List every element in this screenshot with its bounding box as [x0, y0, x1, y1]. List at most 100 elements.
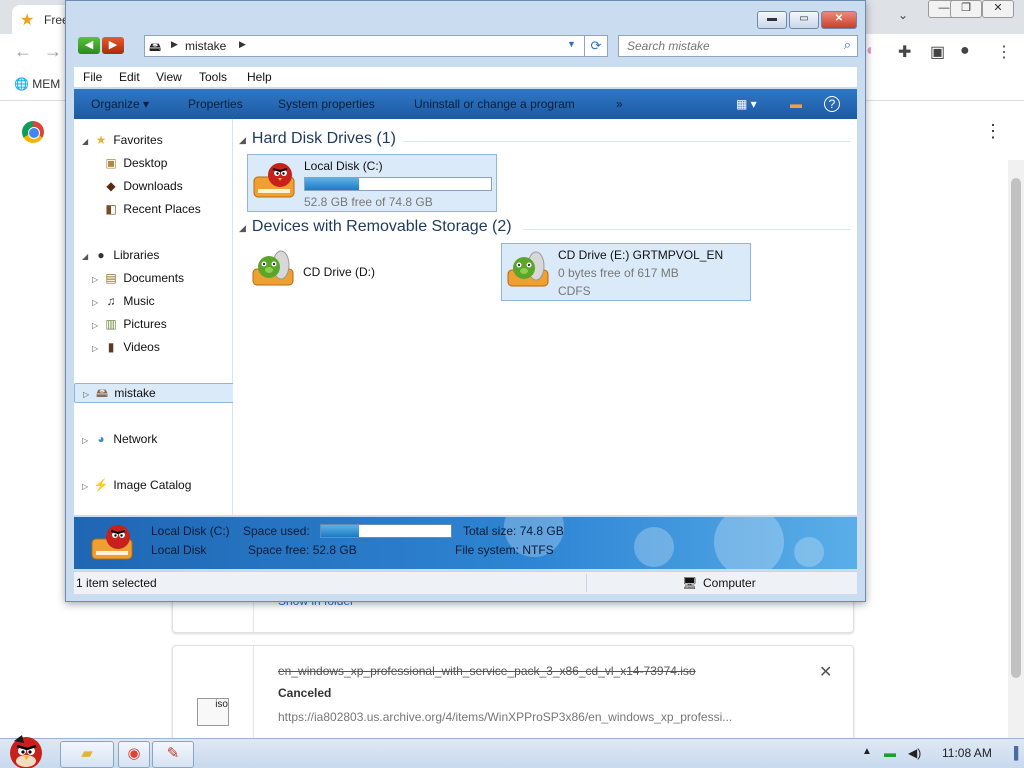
- details-file-system: File system: NTFS: [455, 543, 554, 557]
- drive-e-free-space: 0 bytes free of 617 MB: [558, 266, 679, 280]
- network-icon: ◕: [97, 432, 105, 446]
- back-icon[interactable]: ←: [14, 41, 32, 62]
- search-box[interactable]: ⌕: [618, 35, 858, 57]
- address-dropdown-icon[interactable]: ▼: [567, 39, 576, 49]
- start-button-angry-bird-icon[interactable]: [4, 731, 46, 768]
- nav-recent-places[interactable]: ◧ Recent Places: [102, 202, 200, 220]
- collapse-arrow-icon[interactable]: ◢: [82, 137, 92, 146]
- organize-button[interactable]: Organize ▾: [91, 97, 149, 111]
- menu-edit[interactable]: Edit: [119, 70, 140, 84]
- volume-icon[interactable]: ◀): [908, 746, 921, 760]
- bookmark-item[interactable]: 🌐 MEM: [14, 77, 60, 91]
- nav-downloads[interactable]: ◆ Downloads: [102, 179, 182, 197]
- properties-button[interactable]: Properties: [188, 97, 243, 111]
- clock[interactable]: 11:08 AM: [942, 746, 992, 760]
- app-icon: ✎: [166, 745, 180, 762]
- address-bar[interactable]: 🖴 ▶ mistake ▶ ▼: [144, 35, 608, 57]
- cd-drive-green-pig-icon: [507, 251, 549, 287]
- details-space-free: Space free: 52.8 GB: [248, 543, 357, 557]
- drive-e-tile[interactable]: CD Drive (E:) GRTMPVOL_EN 0 bytes free o…: [501, 243, 751, 301]
- decor-bubble: [634, 527, 674, 567]
- uninstall-program-button[interactable]: Uninstall or change a program: [414, 97, 575, 111]
- group-collapse-icon[interactable]: ◢: [239, 135, 246, 145]
- nav-network[interactable]: ▷ ◕ Network: [82, 432, 157, 450]
- drive-e-file-system: CDFS: [558, 284, 591, 298]
- nav-pictures[interactable]: ▷ ▥ Pictures: [92, 317, 167, 335]
- expand-arrow-icon[interactable]: ▷: [92, 344, 102, 353]
- refresh-button[interactable]: ⟳: [584, 35, 608, 57]
- nav-computer[interactable]: ▷ 🖴 mistake: [74, 383, 237, 403]
- nav-desktop[interactable]: ▣ Desktop: [102, 156, 167, 174]
- puzzle-extensions-icon[interactable]: ✚: [898, 42, 911, 62]
- card-divider: [253, 600, 254, 632]
- profile-avatar-icon[interactable]: ●: [960, 42, 970, 60]
- expand-arrow-icon[interactable]: ▷: [92, 298, 102, 307]
- breadcrumb-computer[interactable]: mistake: [185, 39, 226, 53]
- download-url[interactable]: https://ia802803.us.archive.org/4/items/…: [278, 710, 732, 724]
- group-collapse-icon[interactable]: ◢: [239, 223, 246, 233]
- back-button[interactable]: ◀: [78, 37, 100, 54]
- chrome-menu-icon[interactable]: ⋮: [996, 42, 1012, 62]
- search-icon[interactable]: ⌕: [844, 37, 851, 53]
- forward-button[interactable]: ▶: [102, 37, 124, 54]
- chrome-close-button[interactable]: ✕: [982, 0, 1014, 18]
- expand-arrow-icon[interactable]: ▷: [82, 436, 92, 445]
- battery-icon[interactable]: ▬: [884, 746, 896, 760]
- expand-arrow-icon[interactable]: ▷: [92, 321, 102, 330]
- details-space-used-label: Space used:: [243, 524, 310, 538]
- search-input[interactable]: [625, 36, 829, 56]
- hard-drive-angry-bird-icon: [91, 525, 133, 560]
- expand-arrow-icon[interactable]: ▷: [82, 482, 92, 491]
- maximize-button[interactable]: ▭: [789, 11, 819, 29]
- taskbar-chrome-button[interactable]: ◉: [118, 741, 150, 768]
- collapse-arrow-icon[interactable]: ◢: [82, 252, 92, 261]
- menu-view[interactable]: View: [156, 70, 182, 84]
- downloads-more-icon[interactable]: ⋮: [984, 121, 1002, 142]
- forward-icon[interactable]: →: [44, 41, 62, 62]
- nav-documents[interactable]: ▷ ▤ Documents: [92, 271, 184, 289]
- decor-bubble: [794, 537, 824, 567]
- taskbar-explorer-button[interactable]: ▰: [60, 741, 114, 768]
- expand-arrow-icon[interactable]: ▷: [83, 390, 93, 399]
- preview-pane-icon[interactable]: ▬: [790, 97, 802, 111]
- menu-help[interactable]: Help: [247, 70, 272, 84]
- group-hard-disk-drives[interactable]: ◢ Hard Disk Drives (1): [239, 130, 396, 148]
- side-panel-icon[interactable]: ▣: [930, 42, 945, 62]
- desktop-icon: ▣: [105, 156, 117, 170]
- change-view-icon[interactable]: ▦ ▾: [736, 97, 757, 111]
- nav-videos[interactable]: ▷ ▮ Videos: [92, 340, 160, 358]
- help-icon[interactable]: ?: [824, 96, 840, 112]
- page-scrollbar[interactable]: [1008, 160, 1024, 738]
- details-drive-type: Local Disk: [151, 543, 207, 557]
- iso-file-icon: iso: [197, 698, 229, 726]
- nav-image-catalog[interactable]: ▷ ⚡ Image Catalog: [82, 478, 191, 496]
- show-desktop-icon[interactable]: ▌: [1014, 746, 1023, 760]
- extension-icon[interactable]: ◐: [866, 42, 876, 60]
- close-button[interactable]: ✕: [821, 11, 857, 29]
- drive-c-tile[interactable]: Local Disk (C:) 52.8 GB free of 74.8 GB: [247, 154, 497, 212]
- group-removable-storage[interactable]: ◢ Devices with Removable Storage (2): [239, 218, 512, 236]
- nav-libraries[interactable]: ◢ ● Libraries: [82, 248, 159, 266]
- breadcrumb-arrow-icon[interactable]: ▶: [171, 39, 178, 50]
- chrome-restore-button[interactable]: ❐: [950, 0, 982, 18]
- content-pane: ◢ Hard Disk Drives (1) Local Disk (C:) 52…: [233, 119, 857, 515]
- tab-search-chevron-icon[interactable]: ⌄: [898, 8, 908, 22]
- breadcrumb-arrow-icon[interactable]: ▶: [239, 39, 246, 50]
- drive-d-tile[interactable]: CD Drive (D:): [247, 243, 495, 299]
- downloads-icon: ◆: [106, 179, 116, 193]
- menu-tools[interactable]: Tools: [199, 70, 227, 84]
- minimize-button[interactable]: ▬: [757, 11, 787, 29]
- menu-file[interactable]: File: [83, 70, 102, 84]
- tray-expand-icon[interactable]: ▲: [862, 746, 872, 757]
- nav-music[interactable]: ▷ ♫ Music: [92, 294, 155, 312]
- nav-favorites[interactable]: ◢ ★ Favorites: [82, 133, 163, 151]
- download-filename[interactable]: en_windows_xp_professional_with_service_…: [278, 664, 696, 678]
- more-commands-button[interactable]: »: [616, 97, 623, 111]
- system-properties-button[interactable]: System properties: [278, 97, 375, 111]
- details-pane: Local Disk (C:) Local Disk Space used: S…: [74, 517, 857, 569]
- scrollbar-thumb[interactable]: [1011, 178, 1021, 678]
- taskbar-app-button[interactable]: ✎: [152, 741, 194, 768]
- computer-icon: 🖴: [149, 40, 162, 54]
- remove-download-icon[interactable]: ✕: [819, 662, 832, 682]
- expand-arrow-icon[interactable]: ▷: [92, 275, 102, 284]
